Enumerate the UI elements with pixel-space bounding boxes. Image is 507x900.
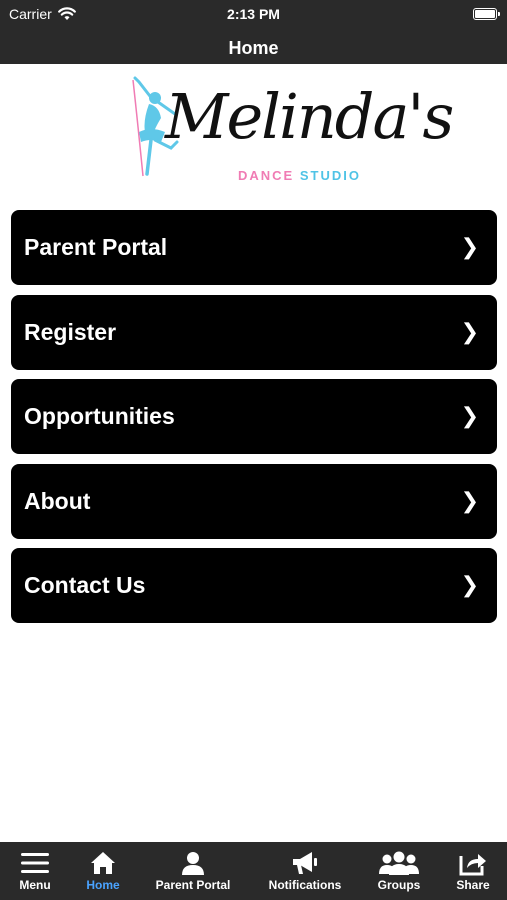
logo-script-text: Melinda's — [165, 80, 454, 153]
tab-share[interactable]: Share — [446, 842, 500, 900]
tab-label: Parent Portal — [155, 878, 231, 892]
hamburger-icon — [21, 853, 49, 873]
tab-label: Home — [86, 878, 120, 892]
chevron-right-icon: ❯ — [460, 487, 479, 513]
menu-button-label: Contact Us — [24, 572, 146, 598]
chevron-right-icon: ❯ — [460, 403, 479, 428]
parent-portal-button[interactable]: Parent Portal ❯ — [11, 210, 497, 285]
chevron-right-icon: ❯ — [460, 318, 479, 344]
tab-label: Menu — [19, 878, 51, 892]
megaphone-icon — [293, 852, 317, 874]
opportunities-button[interactable]: Opportunities ❯ — [11, 379, 497, 454]
menu-button-label: Parent Portal — [24, 234, 168, 260]
chevron-right-icon: ❯ — [460, 234, 479, 259]
tab-parent-portal[interactable]: Parent Portal — [150, 842, 236, 900]
status-time: 2:13 PM — [227, 6, 280, 22]
tab-menu[interactable]: Menu — [8, 842, 62, 900]
menu-button-label: Register — [24, 318, 117, 345]
menu-list: Parent Portal ❯ Register ❯ Opportunities… — [11, 210, 497, 633]
status-bar: Carrier 2:13 PM — [0, 0, 507, 32]
register-button[interactable]: Register ❯ — [11, 294, 497, 370]
logo-sub-studio: STUDIO — [299, 168, 361, 183]
contact-us-button[interactable]: Contact Us ❯ — [11, 548, 497, 623]
tab-notifications[interactable]: Notifications — [260, 842, 350, 900]
tab-label: Share — [456, 878, 490, 892]
nav-bar: Home — [0, 32, 507, 64]
tab-label: Groups — [377, 878, 421, 892]
group-icon — [379, 851, 419, 875]
battery-icon — [473, 8, 500, 20]
menu-button-label: About — [24, 487, 91, 514]
tab-groups[interactable]: Groups — [372, 842, 426, 900]
person-icon — [182, 852, 204, 875]
tab-label: Notifications — [268, 878, 342, 892]
page-title: Home — [228, 38, 279, 58]
logo-sub-dance: DANCE — [238, 168, 295, 183]
tab-bar: Menu Home Parent Portal Notifications Gr… — [0, 842, 507, 900]
about-button[interactable]: About ❯ — [11, 463, 497, 539]
share-icon — [459, 854, 486, 876]
chevron-right-icon: ❯ — [460, 572, 479, 597]
menu-button-label: Opportunities — [24, 403, 175, 429]
studio-logo: Melinda's DANCE STUDIO — [125, 76, 454, 188]
home-icon — [91, 852, 115, 874]
tab-home[interactable]: Home — [76, 842, 130, 900]
logo-subtitle: DANCE STUDIO — [238, 168, 361, 183]
